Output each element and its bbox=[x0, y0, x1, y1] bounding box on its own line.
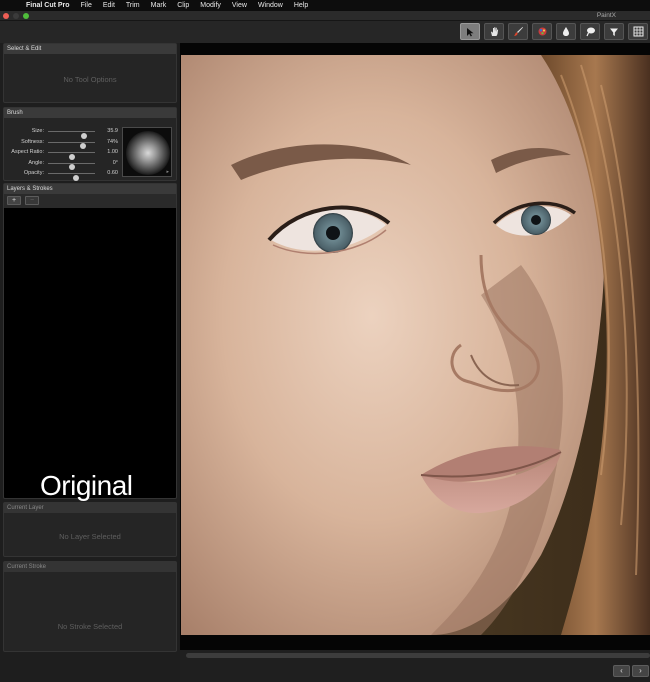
brush-angle-slider[interactable] bbox=[48, 162, 95, 170]
layers-strokes-panel: Layers & Strokes + − Original bbox=[3, 183, 177, 501]
brush-falloff-preview bbox=[126, 131, 170, 175]
brush-panel: Brush Size: 35.9 Softness: 74% Aspect Ra… bbox=[3, 107, 177, 181]
color-brush-icon bbox=[538, 27, 546, 36]
menu-edit[interactable]: Edit bbox=[97, 2, 120, 9]
brush-tool-button[interactable] bbox=[508, 23, 528, 40]
brush-softness-label: Softness: bbox=[21, 138, 44, 145]
menu-help[interactable]: Help bbox=[288, 2, 313, 9]
brush-opacity-slider[interactable] bbox=[48, 173, 95, 181]
select-tool-button[interactable] bbox=[460, 23, 480, 40]
menu-app[interactable]: Final Cut Pro bbox=[20, 2, 75, 9]
brush-size-row: Size: 35.9 bbox=[4, 127, 119, 139]
select-edit-panel: Select & Edit No Tool Options bbox=[3, 43, 177, 103]
hand-icon bbox=[490, 27, 498, 36]
grid-tool-button[interactable] bbox=[628, 23, 648, 40]
panel-title: Layers & Strokes bbox=[4, 184, 176, 194]
brush-softness-row: Softness: 74% bbox=[4, 138, 119, 149]
menu-bar: Final Cut Pro File Edit Trim Mark Clip M… bbox=[0, 0, 650, 11]
panel-title: Select & Edit bbox=[4, 44, 176, 54]
add-layer-button[interactable]: + bbox=[7, 196, 21, 205]
current-layer-panel: Current Layer No Layer Selected bbox=[3, 502, 177, 557]
remove-layer-button[interactable]: − bbox=[25, 196, 39, 205]
brush-aspect-ratio-label: Aspect Ratio: bbox=[11, 149, 44, 155]
hand-tool-button[interactable] bbox=[484, 23, 504, 40]
bottom-bar: ‹ › bbox=[180, 650, 650, 682]
brush-settings: Size: 35.9 Softness: 74% Aspect Ratio: 1… bbox=[4, 127, 119, 181]
brush-opacity-row: Opacity: 0.60 bbox=[4, 169, 119, 181]
brush-angle-row: Angle: 0° bbox=[4, 159, 119, 170]
current-stroke-panel: Current Stroke No Stroke Selected bbox=[3, 561, 177, 652]
minimize-window-button[interactable] bbox=[13, 13, 19, 19]
brush-aspect-ratio-slider[interactable] bbox=[48, 152, 95, 160]
brush-size-label: Size: bbox=[31, 128, 44, 134]
brush-angle-value: 0° bbox=[112, 159, 118, 166]
panel-title: Current Layer bbox=[4, 503, 176, 513]
layer-controls: + − bbox=[4, 194, 176, 208]
drop-icon bbox=[563, 27, 569, 36]
brush-angle-label: Angle: bbox=[28, 159, 44, 166]
resize-corner-icon: ▸ bbox=[166, 169, 169, 175]
menu-view[interactable]: View bbox=[226, 2, 252, 9]
zoom-window-button[interactable] bbox=[23, 13, 29, 19]
color-brush-tool-button[interactable] bbox=[532, 23, 552, 40]
brush-size-value: 35.9 bbox=[107, 128, 118, 134]
tool-options-placeholder: No Tool Options bbox=[63, 75, 117, 84]
window-title: PaintX bbox=[596, 12, 616, 19]
canvas-area[interactable] bbox=[180, 43, 650, 650]
original-caption: Original bbox=[40, 470, 133, 501]
brush-icon bbox=[513, 27, 523, 36]
menu-file[interactable]: File bbox=[75, 2, 97, 9]
menu-modify[interactable]: Modify bbox=[194, 2, 226, 9]
menu-clip[interactable]: Clip bbox=[171, 2, 194, 9]
menu-window[interactable]: Window bbox=[252, 2, 288, 9]
filter-tool-button[interactable] bbox=[604, 23, 624, 40]
title-bar: PaintX bbox=[0, 11, 650, 21]
previous-button[interactable]: ‹ bbox=[613, 665, 630, 677]
slider-knob[interactable] bbox=[73, 174, 80, 181]
filter-icon bbox=[610, 28, 618, 36]
drop-tool-button[interactable] bbox=[556, 23, 576, 40]
brush-softness-slider[interactable] bbox=[48, 141, 95, 149]
brush-preview[interactable]: ▸ bbox=[122, 127, 172, 177]
portrait-image bbox=[181, 55, 650, 635]
lasso-icon bbox=[585, 27, 595, 37]
brush-size-slider[interactable] bbox=[48, 131, 95, 139]
stroke-placeholder: No Stroke Selected bbox=[57, 622, 123, 631]
next-button[interactable]: › bbox=[632, 665, 649, 677]
grid-icon bbox=[633, 26, 643, 37]
brush-aspect-ratio-row: Aspect Ratio: 1.00 bbox=[4, 148, 119, 160]
brush-softness-value: 74% bbox=[106, 138, 118, 145]
panel-title: Brush bbox=[4, 108, 176, 118]
layer-placeholder: No Layer Selected bbox=[59, 532, 121, 541]
select-arrow-icon bbox=[467, 27, 474, 36]
portrait-photo[interactable] bbox=[181, 55, 650, 635]
menu-trim[interactable]: Trim bbox=[120, 2, 145, 9]
close-window-button[interactable] bbox=[3, 13, 9, 19]
brush-aspect-ratio-value: 1.00 bbox=[107, 149, 118, 155]
panel-title: Current Stroke bbox=[4, 562, 176, 572]
horizontal-scrollbar[interactable] bbox=[186, 653, 650, 658]
lasso-tool-button[interactable] bbox=[580, 23, 600, 40]
brush-opacity-label: Opacity: bbox=[23, 170, 44, 176]
brush-opacity-value: 0.60 bbox=[107, 170, 118, 176]
tool-group bbox=[460, 23, 648, 40]
toolbar bbox=[0, 21, 650, 43]
menu-mark[interactable]: Mark bbox=[145, 2, 172, 9]
